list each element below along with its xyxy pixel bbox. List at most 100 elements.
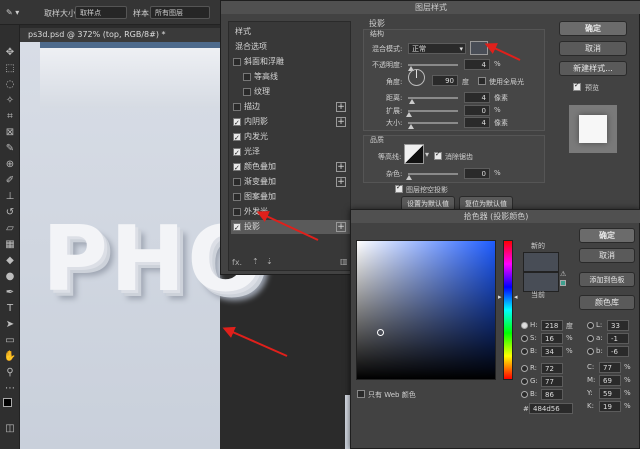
channel-radio[interactable] [587,348,594,355]
blend-mode-select[interactable]: 正常 ▾ [408,43,466,54]
add-to-swatches-button[interactable]: 添加到色板 [579,272,635,287]
style-checkbox[interactable] [233,58,241,66]
more-tools-icon[interactable]: ⋯ [3,383,17,395]
hue-slider-right-arrow-icon[interactable]: ◂ [514,293,518,301]
preview-checkbox[interactable] [573,81,581,91]
contour-preview[interactable] [404,144,424,164]
web-safe-color-icon[interactable] [560,280,566,286]
channel-input[interactable]: 86 [541,389,563,400]
channel-radio[interactable] [587,322,594,329]
web-only-checkbox[interactable] [357,390,365,398]
style-checkbox[interactable] [233,116,241,130]
spread-input[interactable]: 0 [464,105,490,116]
style-list-item[interactable]: 样式 [231,25,350,39]
healing-tool-icon[interactable]: ⊕ [3,159,17,171]
channel-input[interactable]: 34 [541,346,563,357]
style-checkbox[interactable] [243,88,251,96]
spread-slider-knob[interactable] [406,112,412,117]
path-select-icon[interactable]: ➤ [3,319,17,331]
sample-size-select[interactable]: 取样点 [75,6,127,19]
document-canvas[interactable]: PHO [20,42,264,449]
channel-input[interactable]: 59 [599,388,621,399]
contour-chevron-icon[interactable]: ▾ [425,150,429,159]
hue-slider[interactable] [503,240,513,380]
saturation-brightness-field[interactable] [356,240,496,380]
marquee-tool-icon[interactable]: ⬚ [3,63,17,75]
channel-input[interactable]: 218 [541,320,563,331]
channel-radio[interactable] [521,378,528,385]
channel-input[interactable]: -1 [607,333,629,344]
frame-tool-icon[interactable]: ⊠ [3,127,17,139]
style-list-item[interactable]: 光泽 [231,145,350,160]
distance-slider-knob[interactable] [409,99,415,104]
channel-input[interactable]: 19 [599,401,621,412]
fx-menu-icon[interactable]: fx. [232,258,242,267]
eyedropper-tool-icon[interactable]: ✎ [3,143,17,155]
noise-slider-knob[interactable] [406,175,412,180]
hand-tool-icon[interactable]: ✋ [3,351,17,363]
type-tool-icon[interactable]: T [3,303,17,315]
style-checkbox[interactable] [233,193,241,201]
style-list-item[interactable]: 混合选项 [231,40,350,54]
add-effect-icon[interactable]: + [336,102,346,112]
shape-tool-icon[interactable]: ▭ [3,335,17,347]
channel-radio[interactable] [521,391,528,398]
global-light-checkbox[interactable] [478,77,486,85]
out-of-gamut-warning-icon[interactable]: ⚠ [560,270,566,278]
channel-radio[interactable] [521,322,528,329]
style-list-item[interactable]: 颜色叠加 + [231,160,350,175]
layer-style-cancel-button[interactable]: 取消 [559,41,627,56]
style-list-item[interactable]: 图案叠加 [231,190,350,204]
sample-select[interactable]: 所有图层 [150,6,210,19]
brush-tool-icon[interactable]: ✐ [3,175,17,187]
style-checkbox[interactable] [243,73,251,81]
style-checkbox[interactable] [233,103,241,111]
layer-style-ok-button[interactable]: 确定 [559,21,627,36]
distance-input[interactable]: 4 [464,92,490,103]
foreground-color-swatch[interactable] [3,398,12,407]
color-picker-cursor[interactable] [377,329,384,336]
blur-tool-icon[interactable]: ◆ [3,255,17,267]
dodge-tool-icon[interactable]: ● [3,271,17,283]
new-style-button[interactable]: 新建样式... [559,61,627,76]
hex-input[interactable]: 484d56 [529,403,573,414]
style-list-item[interactable]: 外发光 [231,205,350,219]
document-tab[interactable]: ps3d.psd @ 372% (top, RGB/8#) * [20,28,220,42]
channel-radio[interactable] [587,335,594,342]
style-checkbox[interactable] [233,208,241,216]
stamp-tool-icon[interactable]: ⊥ [3,191,17,203]
move-up-icon[interactable]: ⇡ [252,257,259,266]
add-effect-icon[interactable]: + [336,162,346,172]
opacity-input[interactable]: 4 [464,59,490,70]
pen-tool-icon[interactable]: ✒ [3,287,17,299]
eyedropper-icon[interactable]: ✎ ▾ [6,8,19,17]
angle-dial[interactable] [408,69,425,86]
style-list-item[interactable]: 描边 + [231,100,350,114]
zoom-tool-icon[interactable]: ⚲ [3,367,17,379]
color-picker-ok-button[interactable]: 确定 [579,228,635,243]
move-tool-icon[interactable]: ✥ [3,47,17,59]
size-slider[interactable] [408,122,458,124]
magic-wand-icon[interactable]: ✧ [3,95,17,107]
style-list-item[interactable]: 内发光 [231,130,350,145]
style-list-item[interactable]: 纹理 [231,85,350,99]
style-checkbox[interactable] [233,131,241,145]
lasso-tool-icon[interactable]: ◌ [3,79,17,91]
antialias-checkbox[interactable] [434,150,442,160]
knockout-checkbox[interactable] [395,183,403,193]
channel-input[interactable]: 77 [599,362,621,373]
angle-input[interactable]: 90 [432,75,458,86]
style-list-item[interactable]: 斜面和浮雕 [231,55,350,69]
style-list-item[interactable]: 投影 + [231,220,350,235]
color-picker-cancel-button[interactable]: 取消 [579,248,635,263]
add-effect-icon[interactable]: + [336,177,346,187]
style-checkbox[interactable] [233,221,241,235]
style-list-item[interactable]: 内阴影 + [231,115,350,130]
style-checkbox[interactable] [233,146,241,160]
style-list-item[interactable]: 等高线 [231,70,350,84]
add-effect-icon[interactable]: + [336,222,346,232]
channel-radio[interactable] [521,365,528,372]
channel-input[interactable]: -6 [607,346,629,357]
color-libraries-button[interactable]: 颜色库 [579,295,635,310]
trash-icon[interactable]: ▥ [340,257,348,266]
